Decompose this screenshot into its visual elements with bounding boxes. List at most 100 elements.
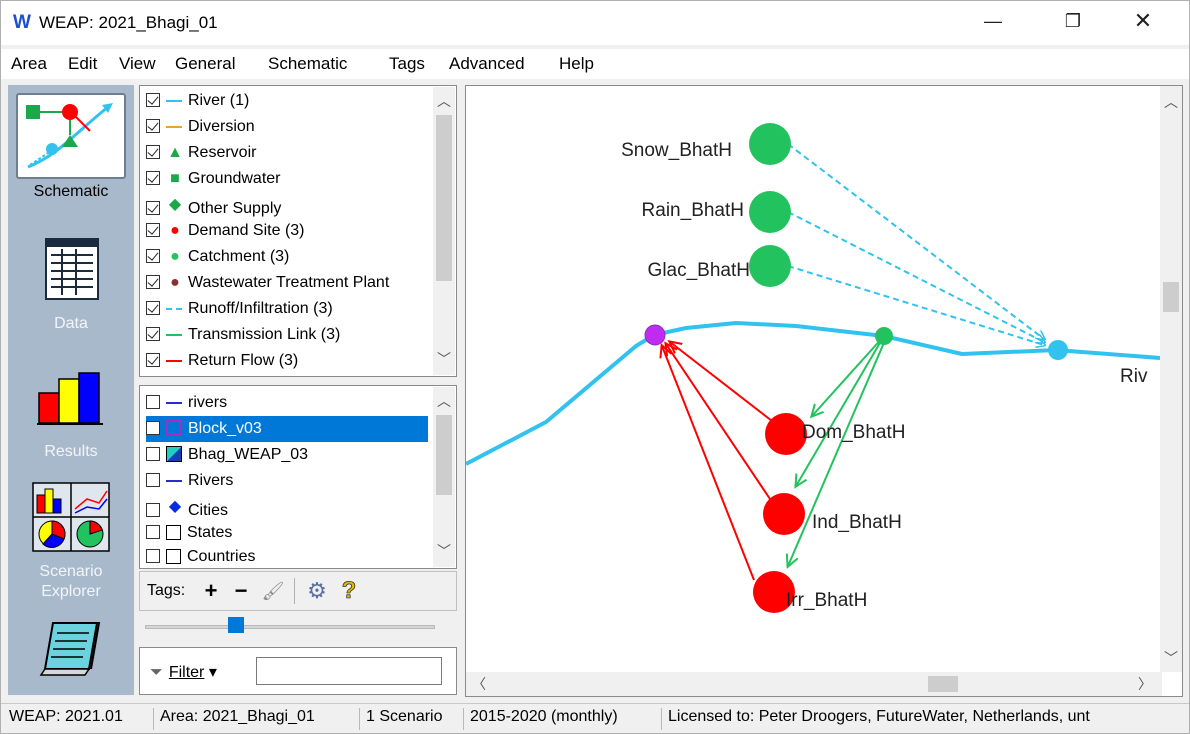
help-icon[interactable]: ? xyxy=(336,577,362,605)
return-flow-node[interactable] xyxy=(644,324,666,346)
schematic-canvas[interactable]: Snow_BhatH Rain_BhatH Glac_BhatH Dom_Bha… xyxy=(465,85,1183,697)
return-flow-irr[interactable] xyxy=(662,346,755,581)
legend-item-catchment[interactable]: ● Catchment (3) xyxy=(146,244,426,270)
layer-checkbox[interactable] xyxy=(146,447,160,461)
slider-track[interactable] xyxy=(145,625,435,629)
layers-scroll-thumb[interactable] xyxy=(436,415,452,495)
menu-general[interactable]: General xyxy=(175,54,235,74)
layers-scrollbar[interactable]: ︿ ﹀ xyxy=(433,387,455,567)
close-button[interactable]: ✕ xyxy=(1113,1,1173,45)
scroll-up-icon[interactable]: ︿ xyxy=(433,91,455,111)
layer-checkbox[interactable] xyxy=(146,421,160,435)
layer-item-rivers-2[interactable]: Rivers xyxy=(146,468,426,494)
return-flow-dom[interactable] xyxy=(670,342,773,422)
scroll-down-icon[interactable]: ﹀ xyxy=(433,349,455,369)
catchment-snow-node[interactable] xyxy=(749,123,791,165)
legend-scrollbar[interactable]: ︿ ﹀ xyxy=(433,87,455,375)
canvas-vscroll-thumb[interactable] xyxy=(1163,282,1179,312)
menu-area[interactable]: Area xyxy=(11,54,47,74)
legend-item-transmission-link[interactable]: Transmission Link (3) xyxy=(146,322,426,348)
results-chart-icon xyxy=(37,372,103,425)
legend-item-groundwater[interactable]: ■ Groundwater xyxy=(146,166,426,192)
menu-advanced[interactable]: Advanced xyxy=(449,54,525,74)
legend-checkbox[interactable] xyxy=(146,301,160,315)
legend-checkbox[interactable] xyxy=(146,201,160,215)
scroll-down-icon[interactable]: ﹀ xyxy=(1160,648,1182,668)
filter-input[interactable] xyxy=(256,657,442,685)
status-scenarios: 1 Scenario xyxy=(359,708,463,730)
runoff-inflow-node[interactable] xyxy=(1048,340,1068,360)
runoff-link-snow[interactable] xyxy=(787,143,1044,339)
legend-checkbox[interactable] xyxy=(146,145,160,160)
scenario-explorer-button[interactable] xyxy=(15,481,127,553)
layer-checkbox[interactable] xyxy=(146,525,160,539)
transmission-link-dom[interactable] xyxy=(812,335,885,416)
legend-item-wastewater-plant[interactable]: ● Wastewater Treatment Plant xyxy=(146,270,426,296)
legend-item-reservoir[interactable]: ▲ Reservoir xyxy=(146,140,426,166)
withdrawal-node[interactable] xyxy=(875,327,893,345)
legend-item-diversion[interactable]: Diversion xyxy=(146,114,426,140)
slider-thumb[interactable] xyxy=(228,617,244,633)
layer-item-countries[interactable]: Countries xyxy=(146,544,426,566)
legend-checkbox[interactable] xyxy=(146,249,160,264)
menu-help[interactable]: Help xyxy=(559,54,594,74)
filter-button[interactable]: ⏷ Filter ▾ xyxy=(150,662,217,682)
add-tag-button[interactable]: + xyxy=(198,577,224,605)
canvas-horizontal-scrollbar[interactable]: 〈 〉 xyxy=(466,672,1162,696)
gear-icon[interactable]: ⚙ xyxy=(304,577,330,605)
schematic-view-button[interactable] xyxy=(16,93,126,179)
return-flow-ind[interactable] xyxy=(666,344,773,503)
results-view-button[interactable] xyxy=(15,367,127,427)
layer-checkbox[interactable] xyxy=(146,395,160,409)
notes-view-button[interactable] xyxy=(15,617,127,677)
legend-checkbox[interactable] xyxy=(146,327,160,341)
legend-label: Catchment (3) xyxy=(188,248,290,266)
layer-item-cities[interactable]: ◆ Cities xyxy=(146,494,426,520)
brush-icon[interactable]: 🖌 xyxy=(260,577,286,605)
layer-label: Countries xyxy=(187,548,256,565)
scroll-up-icon[interactable]: ︿ xyxy=(433,391,455,411)
legend-checkbox[interactable] xyxy=(146,353,160,367)
demand-site-dom-node[interactable] xyxy=(765,413,807,455)
runoff-link-rain[interactable] xyxy=(787,211,1044,342)
layer-checkbox[interactable] xyxy=(146,473,160,487)
legend-checkbox[interactable] xyxy=(146,119,160,133)
layer-checkbox[interactable] xyxy=(146,503,160,517)
menu-view[interactable]: View xyxy=(119,54,156,74)
legend-item-runoff[interactable]: Runoff/Infiltration (3) xyxy=(146,296,426,322)
canvas-hscroll-thumb[interactable] xyxy=(928,676,958,692)
data-view-button[interactable] xyxy=(15,235,127,305)
scroll-up-icon[interactable]: ︿ xyxy=(1160,92,1182,112)
legend-checkbox[interactable] xyxy=(146,223,160,238)
legend-item-return-flow[interactable]: Return Flow (3) xyxy=(146,348,426,374)
legend-checkbox[interactable] xyxy=(146,93,160,107)
demand-site-ind-node[interactable] xyxy=(763,493,805,535)
layer-item-rivers[interactable]: rivers xyxy=(146,390,426,416)
restore-button[interactable]: ❐ xyxy=(1043,1,1103,45)
minimize-button[interactable]: — xyxy=(963,1,1023,45)
zoom-slider[interactable] xyxy=(139,613,457,643)
schematic-map[interactable]: Snow_BhatH Rain_BhatH Glac_BhatH Dom_Bha… xyxy=(466,86,1160,672)
legend-scroll-thumb[interactable] xyxy=(436,115,452,281)
layer-item-bhag-weap[interactable]: Bhag_WEAP_03 xyxy=(146,442,426,468)
menu-schematic[interactable]: Schematic xyxy=(268,54,347,74)
layer-item-states[interactable]: States xyxy=(146,520,426,546)
legend-item-river[interactable]: River (1) xyxy=(146,88,426,114)
layer-item-block[interactable]: Block_v03 xyxy=(146,416,428,442)
remove-tag-button[interactable]: − xyxy=(228,577,254,605)
canvas-vertical-scrollbar[interactable]: ︿ ﹀ xyxy=(1160,86,1182,672)
legend-checkbox[interactable] xyxy=(146,171,160,186)
menu-edit[interactable]: Edit xyxy=(68,54,97,74)
legend-checkbox[interactable] xyxy=(146,275,160,290)
menu-tags[interactable]: Tags xyxy=(389,54,425,74)
catchment-glac-node[interactable] xyxy=(749,245,791,287)
transmission-line-icon xyxy=(166,333,182,336)
scroll-right-icon[interactable]: 〉 xyxy=(1138,674,1152,694)
scroll-left-icon[interactable]: 〈 xyxy=(472,674,486,694)
catchment-rain-node[interactable] xyxy=(749,191,791,233)
transmission-link-ind[interactable] xyxy=(796,335,885,486)
layer-checkbox[interactable] xyxy=(146,549,160,563)
scroll-down-icon[interactable]: ﹀ xyxy=(433,541,455,561)
legend-item-other-supply[interactable]: ◆ Other Supply xyxy=(146,192,426,218)
legend-item-demand-site[interactable]: ● Demand Site (3) xyxy=(146,218,426,244)
